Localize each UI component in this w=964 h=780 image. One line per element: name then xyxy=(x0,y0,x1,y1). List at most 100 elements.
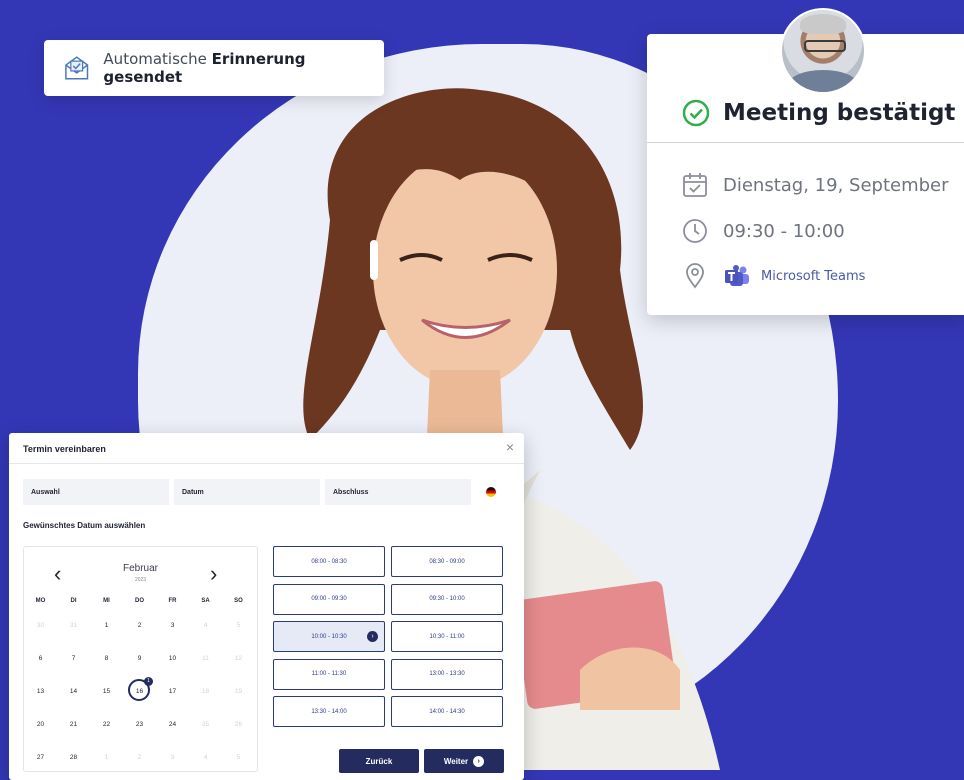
calendar-day: 25 xyxy=(189,715,222,735)
calendar-day-number: 30 xyxy=(36,622,45,629)
calendar-day-number: 4 xyxy=(203,622,208,629)
step-abschluss[interactable]: Abschluss xyxy=(325,479,471,505)
next-button[interactable]: Weiter › xyxy=(424,749,504,773)
calendar-day-number: 7 xyxy=(71,655,76,662)
calendar-day: 3 xyxy=(156,748,189,768)
microsoft-teams-icon xyxy=(725,265,749,286)
step-auswahl[interactable]: Auswahl xyxy=(23,479,169,505)
hero-stage: Automatische Erinnerung gesendet Meeting… xyxy=(0,0,964,780)
calendar-day-number: 10 xyxy=(168,655,177,662)
calendar-day: 2 xyxy=(123,748,156,768)
calendar-day[interactable]: 27 xyxy=(24,748,57,768)
calendar-day[interactable]: 24 xyxy=(156,715,189,735)
calendar-day: 30 xyxy=(24,616,57,636)
calendar-day[interactable]: 16 1 xyxy=(123,677,156,702)
meeting-time-row: 09:30 - 10:00 xyxy=(681,217,845,245)
calendar-day[interactable]: 22 xyxy=(90,715,123,735)
time-slot-button[interactable]: 08:30 - 09:00 xyxy=(391,546,503,577)
calendar-day-number: 8 xyxy=(104,655,109,662)
calendar-day-number: 1 xyxy=(104,622,109,629)
time-slot-button[interactable]: 09:30 - 10:00 xyxy=(391,583,503,615)
calendar-day[interactable]: 8 xyxy=(90,649,123,669)
calendar-day[interactable]: 23 xyxy=(123,715,156,735)
time-slot-button[interactable]: 08:00 - 08:30 xyxy=(273,546,385,577)
time-slot-label: 09:30 - 10:00 xyxy=(429,596,465,602)
calendar-day-number: 31 xyxy=(69,622,78,629)
calendar-day[interactable]: 28 xyxy=(57,748,90,768)
time-slot-label: 14:00 - 14:30 xyxy=(429,708,465,715)
calendar-day-number: 21 xyxy=(69,721,78,728)
selected-day-badge: 1 xyxy=(144,677,153,686)
calendar-day[interactable]: 1 xyxy=(90,616,123,636)
calendar-day[interactable]: 7 xyxy=(57,649,90,669)
calendar-day-number: 4 xyxy=(203,754,208,761)
calendar-day[interactable]: 6 xyxy=(24,649,57,669)
calendar-day-number: 19 xyxy=(234,688,243,695)
meeting-date: Dienstag, 19, September xyxy=(723,174,949,196)
calendar-day-number: 23 xyxy=(135,721,144,728)
calendar-day-number: 26 xyxy=(234,721,243,728)
weekday-label: MO xyxy=(35,598,46,604)
calendar-day: 11 xyxy=(189,649,222,669)
clock-icon xyxy=(683,219,707,243)
time-slot-button[interactable]: 13:00 - 13:30 xyxy=(391,658,503,690)
calendar-day[interactable]: 3 xyxy=(156,616,189,636)
calendar-day-number: 5 xyxy=(236,754,241,761)
weekday-label: SA xyxy=(201,598,210,604)
calendar-day[interactable]: 2 xyxy=(123,616,156,636)
time-slot-label: 08:30 - 09:00 xyxy=(429,558,465,565)
meeting-location-row: Microsoft Teams xyxy=(681,262,865,290)
back-button-label: Zurück xyxy=(365,756,393,766)
calendar-day[interactable]: 9 xyxy=(123,649,156,669)
reminder-text: Automatische Erinnerung gesendet xyxy=(103,50,384,86)
time-slot-button[interactable]: 13:30 - 14:00 xyxy=(273,696,385,727)
calendar-day[interactable]: 21 xyxy=(57,715,90,735)
calendar-day[interactable]: 14 xyxy=(57,682,90,702)
weekday-label: SO xyxy=(234,598,243,604)
back-button[interactable]: Zurück xyxy=(339,749,419,773)
time-slot-label: 10:30 - 11:00 xyxy=(429,633,465,640)
calendar-day-number: 22 xyxy=(102,721,111,728)
calendar-day[interactable]: 13 xyxy=(24,682,57,702)
calendar-day-number: 11 xyxy=(202,655,209,662)
widget-divider xyxy=(9,463,524,464)
weekday-label: DI xyxy=(70,598,77,604)
weekday-label: DO xyxy=(135,598,144,604)
step-datum[interactable]: Datum xyxy=(174,479,320,505)
calendar-day-number: 17 xyxy=(168,688,177,695)
meeting-title: Meeting bestätigt xyxy=(681,98,955,128)
meeting-card: Meeting bestätigt Dienstag, 19, Septembe… xyxy=(647,8,964,315)
calendar-day-number: 12 xyxy=(234,655,243,662)
calendar-day[interactable]: 15 xyxy=(90,682,123,702)
calendar-day: 31 xyxy=(57,616,90,636)
calendar-day[interactable]: 17 xyxy=(156,682,189,702)
reminder-prefix: Automatische xyxy=(103,50,212,68)
calendar-year: 2023 xyxy=(134,577,147,583)
calendar-icon xyxy=(683,173,707,197)
time-slot-button[interactable]: 14:00 - 14:30 xyxy=(391,696,503,727)
check-circle-icon xyxy=(682,99,710,127)
calendar-day-number: 3 xyxy=(170,622,175,629)
weekday-label: MI xyxy=(103,598,110,604)
calendar-day-number: 24 xyxy=(168,721,177,728)
time-slot-button[interactable]: 09:00 - 09:30 xyxy=(273,583,385,615)
calendar: ‹ › Februar 2023 MO DI MI DO FR SA SO 30 31 1 2 3 4 5… xyxy=(23,546,258,772)
calendar-day: 4 xyxy=(189,616,222,636)
calendar-day-number: 13 xyxy=(36,688,45,695)
next-button-label: Weiter xyxy=(443,756,469,766)
calendar-day-number: 5 xyxy=(236,622,241,629)
calendar-day-number: 2 xyxy=(137,754,142,761)
calendar-day-number: 20 xyxy=(36,721,45,728)
calendar-day[interactable]: 10 xyxy=(156,649,189,669)
time-slot-button[interactable]: 10:30 - 11:00 xyxy=(391,621,503,652)
calendar-day-number: 28 xyxy=(69,754,78,761)
time-slot-button[interactable]: 10:00 - 10:30 › xyxy=(273,621,385,652)
time-slot-label: 13:00 - 13:30 xyxy=(429,671,465,677)
location-pin-icon xyxy=(686,263,704,289)
calendar-day[interactable]: 20 xyxy=(24,715,57,735)
close-icon[interactable]: × xyxy=(506,439,514,455)
time-slot-label: 13:30 - 14:00 xyxy=(311,708,347,715)
german-flag-icon[interactable] xyxy=(486,487,496,497)
divider xyxy=(647,142,964,143)
time-slot-button[interactable]: 11:00 - 11:30 xyxy=(273,658,385,690)
